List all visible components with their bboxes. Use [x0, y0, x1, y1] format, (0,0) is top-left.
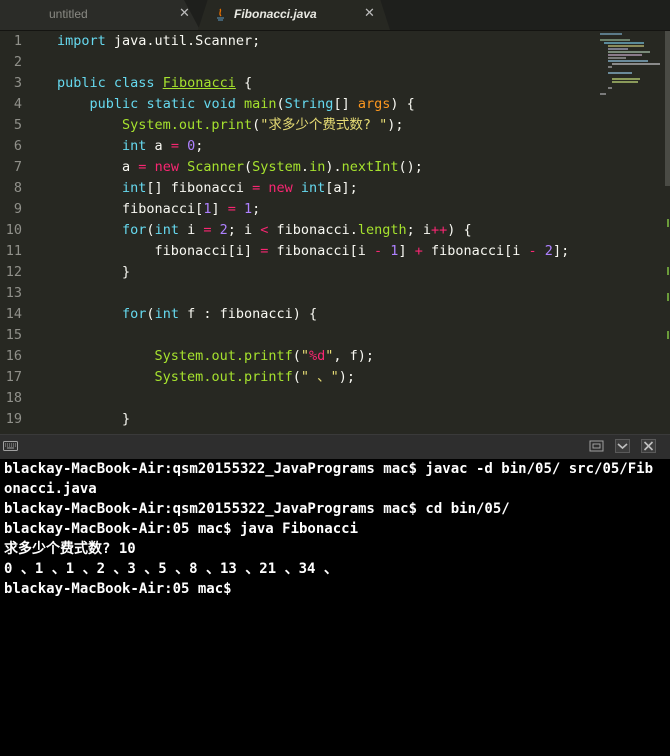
- scroll-marker: [667, 331, 669, 339]
- code-editor[interactable]: 1 import java.util.Scanner; 2 3 public cla…: [0, 31, 670, 434]
- tab-fibonacci-java[interactable]: Fibonacci.java ✕: [198, 0, 390, 30]
- code-line: 4 public static void main(String[] args)…: [13, 96, 415, 112]
- code-line: 18: [5, 390, 22, 406]
- terminal-line: blackay-MacBook-Air:qsm20155322_JavaProg…: [4, 501, 510, 517]
- code-line: 6 int a = 0;: [13, 138, 204, 154]
- code-line: 13: [5, 285, 22, 301]
- code-line: 5 System.out.print("求多少个费式数? ");: [13, 117, 404, 133]
- code-line: 3 public class Fibonacci {: [13, 75, 253, 91]
- code-line: 9 fibonacci[1] = 1;: [13, 201, 261, 217]
- code-line: 14 for(int f : fibonacci) {: [5, 306, 318, 322]
- vertical-scrollbar[interactable]: [665, 31, 670, 186]
- java-file-icon: [217, 8, 224, 21]
- terminal-prompt[interactable]: blackay-MacBook-Air:05 mac$: [4, 579, 232, 599]
- terminal-panel[interactable]: blackay-MacBook-Air:qsm20155322_JavaProg…: [0, 459, 670, 756]
- terminal-line: blackay-MacBook-Air:05 mac$ java Fibonac…: [4, 521, 359, 537]
- tab-bar: untitled ✕ Fibonacci.java ✕: [0, 0, 670, 31]
- chevron-down-icon[interactable]: [615, 439, 630, 453]
- tab-label: untitled: [49, 7, 88, 21]
- code-line: 7 a = new Scanner(System.in).nextInt();: [13, 159, 423, 175]
- tab-close-icon[interactable]: ✕: [179, 6, 190, 22]
- minimap[interactable]: [598, 31, 660, 101]
- code-line: 8 int[] fibonacci = new int[a];: [13, 180, 358, 196]
- code-line: 16 System.out.printf("%d", f);: [5, 348, 375, 364]
- tab-untitled[interactable]: untitled ✕: [0, 0, 200, 30]
- terminal-line: blackay-MacBook-Air:qsm20155322_JavaProg…: [4, 461, 654, 477]
- scroll-marker: [667, 293, 669, 301]
- code-line: 1 import java.util.Scanner;: [13, 33, 261, 49]
- close-panel-icon[interactable]: [641, 439, 656, 453]
- terminal-line: 求多少个费式数? 10: [4, 541, 136, 557]
- code-line: 12 }: [5, 264, 131, 280]
- code-line: 11 fibonacci[i] = fibonacci[i - 1] + fib…: [5, 243, 570, 259]
- code-line: 19 }: [5, 411, 131, 427]
- terminal-toolbar: [0, 434, 670, 460]
- code-line: 17 System.out.printf(" 、");: [5, 369, 356, 385]
- scroll-marker: [667, 219, 669, 227]
- scroll-marker: [667, 267, 669, 275]
- code-line: 15: [5, 327, 22, 343]
- code-line: 10 for(int i = 2; i < fibonacci.length; …: [5, 222, 472, 238]
- keyboard-icon[interactable]: [3, 439, 18, 453]
- maximize-icon[interactable]: [589, 439, 604, 453]
- tab-close-icon[interactable]: ✕: [364, 6, 375, 22]
- terminal-line: onacci.java: [4, 481, 97, 497]
- tab-label: Fibonacci.java: [234, 7, 317, 21]
- code-line: 2: [13, 54, 22, 70]
- terminal-line: 0 、1 、1 、2 、3 、5 、8 、13 、21 、34 、: [4, 561, 338, 577]
